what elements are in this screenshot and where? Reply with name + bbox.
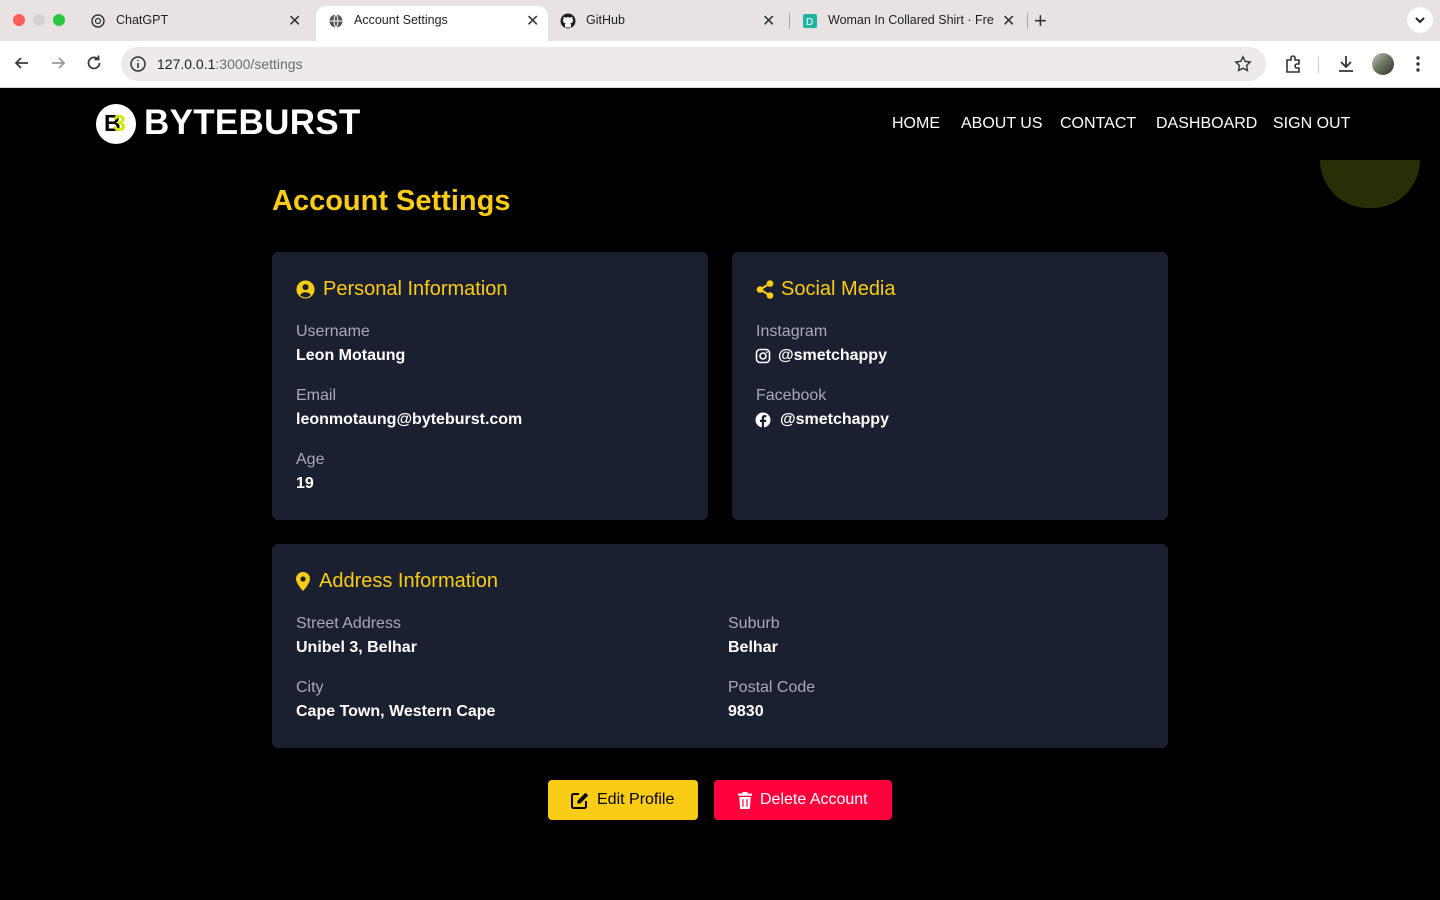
site-info-icon[interactable]: [129, 55, 147, 73]
reload-icon[interactable]: [84, 53, 104, 73]
nav-contact[interactable]: CONTACT: [1060, 115, 1136, 133]
street-value: Unibel 3, Belhar: [296, 639, 417, 656]
user-circle-icon: [296, 280, 315, 299]
download-icon[interactable]: [1336, 54, 1356, 74]
suburb-value: Belhar: [728, 639, 778, 656]
age-value: 19: [296, 475, 314, 492]
address-bar[interactable]: 127.0.0.1:3000/settings: [121, 47, 1266, 81]
card-title: Address Information: [319, 570, 498, 592]
forward-arrow-icon[interactable]: [48, 53, 68, 73]
facebook-value[interactable]: @smetchappy: [780, 411, 889, 429]
tab-search-button[interactable]: [1407, 7, 1433, 33]
share-icon: [756, 280, 774, 299]
globe-icon: [329, 14, 343, 28]
url-path: :3000/settings: [215, 56, 303, 72]
more-menu-icon[interactable]: [1408, 54, 1428, 74]
tab-woman-in-collared-shirt[interactable]: D Woman In Collared Shirt · Free ✕: [790, 0, 1026, 41]
logo-mark[interactable]: B3: [96, 104, 136, 144]
nav-dashboard[interactable]: DASHBOARD: [1156, 115, 1257, 133]
page-title: Account Settings: [272, 185, 511, 217]
nav-sign-out[interactable]: SIGN OUT: [1273, 115, 1350, 133]
close-tab-icon[interactable]: ✕: [526, 11, 539, 31]
close-tab-icon[interactable]: ✕: [762, 11, 775, 31]
social-media-card: Social Media Instagram @smetchappy Faceb…: [732, 252, 1168, 520]
close-tab-icon[interactable]: ✕: [288, 11, 301, 31]
email-label: Email: [296, 387, 337, 404]
trash-icon: [738, 792, 752, 809]
page-content: B3 BYTEBURST HOME ABOUT US CONTACT DASHB…: [0, 88, 1440, 900]
delete-account-button[interactable]: Delete Account: [714, 780, 892, 820]
profile-avatar[interactable]: [1372, 53, 1394, 75]
username-value: Leon Motaung: [296, 347, 406, 364]
delete-account-label: Delete Account: [760, 791, 868, 808]
github-icon: [560, 13, 576, 29]
chatgpt-icon: [91, 14, 105, 28]
tab-title: ChatGPT: [116, 13, 169, 27]
extensions-icon[interactable]: [1283, 54, 1303, 74]
postal-code-label: Postal Code: [728, 679, 816, 696]
nav-home[interactable]: HOME: [892, 115, 940, 133]
tab-chatgpt[interactable]: ChatGPT ✕: [78, 0, 310, 41]
tab-title: GitHub: [586, 13, 625, 27]
instagram-icon: [755, 348, 771, 364]
tab-github[interactable]: GitHub ✕: [548, 0, 784, 41]
d-favicon-icon: D: [803, 14, 817, 28]
card-title: Personal Information: [323, 278, 508, 300]
toolbar-separator: [1318, 57, 1319, 73]
back-arrow-icon[interactable]: [12, 53, 32, 73]
bookmark-star-icon[interactable]: [1234, 55, 1252, 73]
new-tab-button[interactable]: +: [1034, 8, 1047, 34]
url-host: 127.0.0.1: [157, 56, 216, 72]
facebook-label: Facebook: [756, 387, 827, 404]
city-value: Cape Town, Western Cape: [296, 703, 496, 720]
tab-separator: [1027, 13, 1028, 29]
tab-title: Account Settings: [354, 13, 448, 27]
edit-profile-label: Edit Profile: [597, 791, 675, 808]
edit-profile-button[interactable]: Edit Profile: [548, 780, 698, 820]
map-pin-icon: [296, 572, 310, 591]
browser-tab-bar: ChatGPT ✕ Account Settings ✕ GitHub ✕ D …: [0, 0, 1440, 41]
card-title: Social Media: [781, 278, 896, 300]
close-window-button[interactable]: [13, 14, 25, 26]
url-text[interactable]: 127.0.0.1:3000/settings: [157, 56, 303, 72]
address-info-card: Address Information Street Address Unibe…: [272, 544, 1168, 748]
city-label: City: [296, 679, 324, 696]
street-label: Street Address: [296, 615, 401, 632]
tab-title: Woman In Collared Shirt · Free: [828, 13, 994, 27]
browser-toolbar: 127.0.0.1:3000/settings: [0, 41, 1440, 88]
tab-account-settings[interactable]: Account Settings ✕: [316, 6, 548, 41]
svg-text:D: D: [806, 17, 813, 28]
username-label: Username: [296, 323, 370, 340]
edit-icon: [571, 792, 589, 809]
decorative-blob: [1320, 160, 1420, 208]
instagram-value[interactable]: @smetchappy: [778, 347, 887, 365]
maximize-window-button[interactable]: [53, 14, 65, 26]
chevron-down-icon: [1415, 17, 1425, 24]
postal-code-value: 9830: [728, 703, 764, 720]
email-value: leonmotaung@byteburst.com: [296, 411, 523, 428]
instagram-label: Instagram: [756, 323, 828, 340]
logo-text[interactable]: BYTEBURST: [144, 103, 361, 143]
suburb-label: Suburb: [728, 615, 780, 632]
facebook-icon: [755, 412, 771, 428]
personal-info-card: Personal Information Username Leon Motau…: [272, 252, 708, 520]
age-label: Age: [296, 451, 325, 468]
nav-about-us[interactable]: ABOUT US: [961, 115, 1043, 133]
minimize-window-button[interactable]: [33, 14, 45, 26]
close-tab-icon[interactable]: ✕: [1002, 11, 1015, 31]
